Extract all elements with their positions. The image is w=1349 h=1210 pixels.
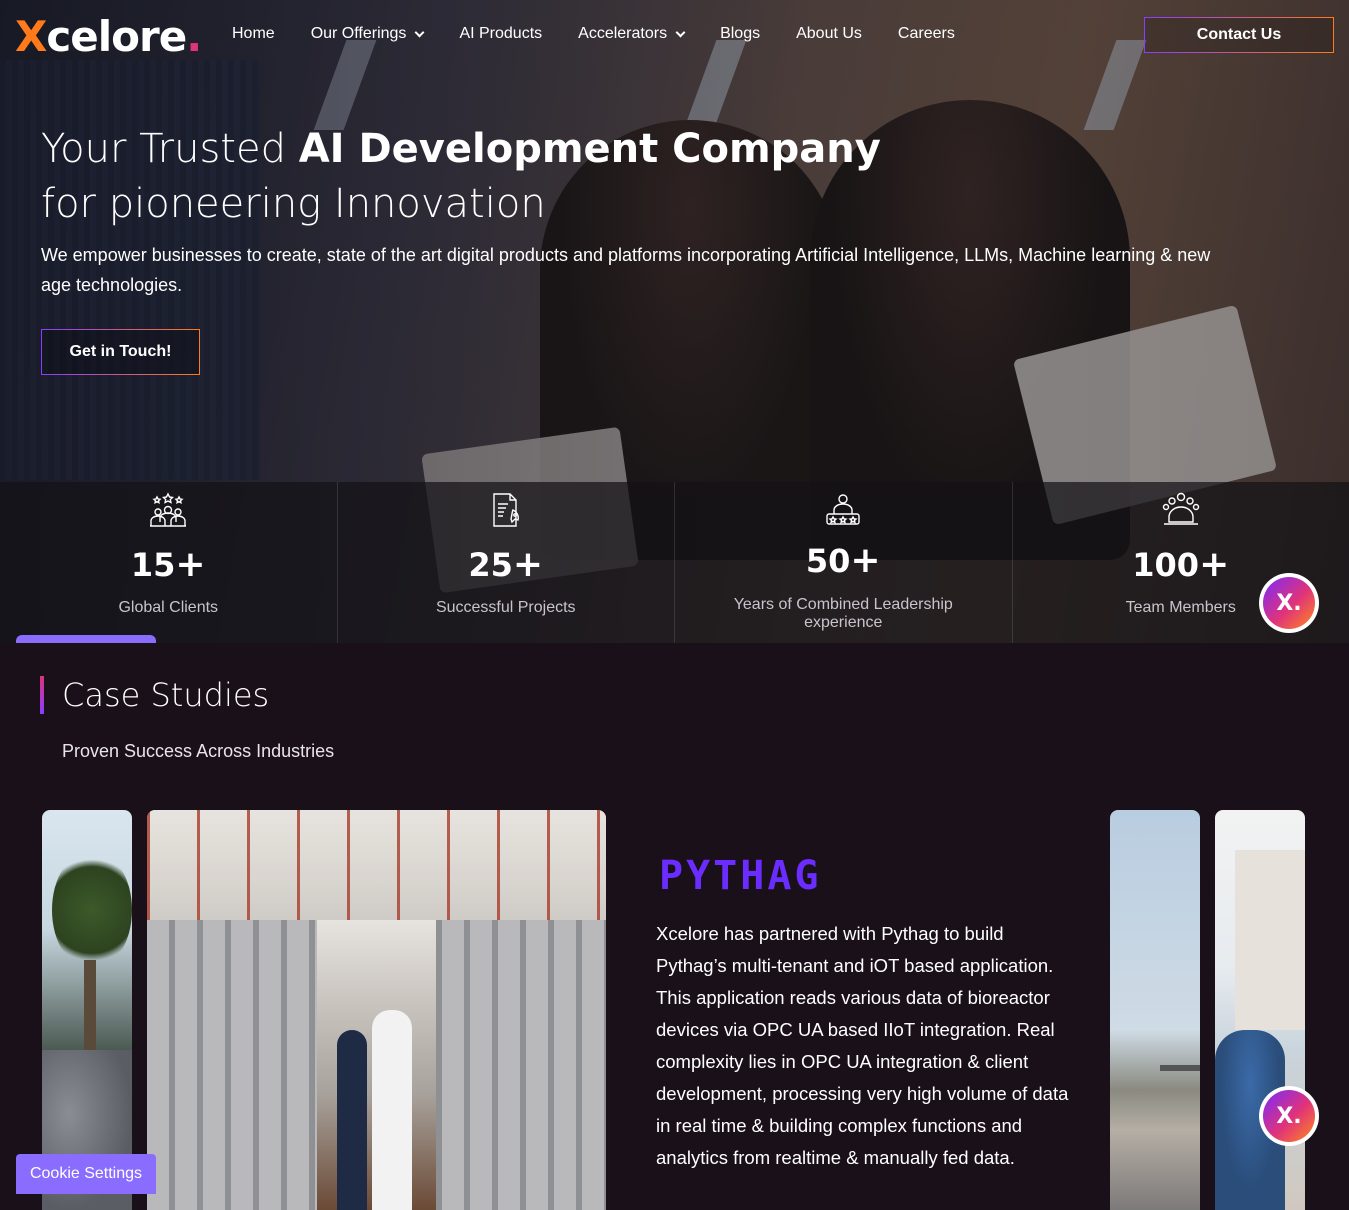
logo-dot: . xyxy=(186,12,202,61)
case-study-slide-next[interactable] xyxy=(1110,810,1200,1210)
xcelore-badge-icon: X. xyxy=(1263,1090,1315,1142)
xcelore-chat-badge[interactable]: X. xyxy=(1259,1086,1319,1146)
hero-title-line2: for pioneering Innovation xyxy=(41,181,546,227)
stat-plus: + xyxy=(1199,544,1230,585)
nav-item-ai-products[interactable]: AI Products xyxy=(459,25,542,43)
nav-item-label: About Us xyxy=(796,25,862,42)
stat-value: 15 xyxy=(130,546,176,584)
xcelore-chat-badge[interactable]: X. xyxy=(1259,573,1319,633)
hero-title-regular: Your Trusted xyxy=(41,126,299,172)
stat-plus: + xyxy=(175,544,206,585)
nav-item-label: Accelerators xyxy=(578,25,668,42)
nav-item-label: AI Products xyxy=(459,25,543,42)
nav-item-careers[interactable]: Careers xyxy=(898,25,955,43)
stat-label: Global Clients xyxy=(118,599,219,616)
building-image xyxy=(1235,850,1305,1030)
projects-icon xyxy=(493,493,519,527)
stat-number: 25+ xyxy=(338,544,675,585)
case-study-active-image[interactable] xyxy=(147,810,606,1210)
cookie-settings-button[interactable]: Cookie Settings xyxy=(16,1154,156,1194)
case-study-description: Xcelore has partnered with Pythag to bui… xyxy=(656,923,1069,1168)
case-study-slide-prev[interactable] xyxy=(42,810,132,1210)
team-icon xyxy=(1162,492,1199,525)
nav-item-label: Careers xyxy=(897,25,955,42)
hero-title: Your Trusted AI Development Company for p… xyxy=(41,122,941,232)
nav-item-label: Our Offerings xyxy=(310,25,407,42)
section-accent-bar xyxy=(40,676,44,714)
chevron-down-icon xyxy=(675,27,686,37)
stat-leadership-experience: 50+ Years of Combined Leadership experie… xyxy=(675,482,1013,643)
nav-item-label: Home xyxy=(232,25,275,42)
hero-subtitle: We empower businesses to create, state o… xyxy=(41,245,1211,295)
stat-label: Years of Combined Leadership experience xyxy=(733,596,953,631)
contact-us-button[interactable]: Contact Us xyxy=(1144,17,1334,53)
stat-value: 25 xyxy=(468,546,513,584)
nav-item-label: Blogs xyxy=(720,25,761,42)
stats-bar: 15+ Global Clients 25+ Successful Projec… xyxy=(0,482,1349,643)
case-study-slide-next[interactable] xyxy=(1215,810,1305,1210)
hero-title-bold: AI Development Company xyxy=(298,126,881,172)
active-tab-indicator xyxy=(16,635,156,643)
bioreactor-tanks-image xyxy=(147,920,317,1210)
bioreactor-tanks-image xyxy=(436,920,606,1210)
airplane-image xyxy=(1160,1065,1200,1071)
nav-menu: Home Our Offerings AI Products Accelerat… xyxy=(232,25,991,43)
nav-item-blogs[interactable]: Blogs xyxy=(720,25,760,43)
case-studies-title: Case Studies xyxy=(62,676,270,714)
nav-item-home[interactable]: Home xyxy=(232,25,275,43)
xcelore-logo[interactable]: Xcelore. xyxy=(15,12,202,61)
logo-text: celore xyxy=(46,12,187,61)
worker-image xyxy=(372,1010,412,1210)
nav-item-our-offerings[interactable]: Our Offerings xyxy=(310,25,425,43)
xcelore-badge-icon: X. xyxy=(1263,577,1315,629)
case-studies-subtitle: Proven Success Across Industries xyxy=(62,741,335,761)
stat-label: Successful Projects xyxy=(435,599,576,616)
stat-successful-projects: 25+ Successful Projects xyxy=(338,482,675,643)
stat-value: 100 xyxy=(1132,546,1200,584)
nav-item-about-us[interactable]: About Us xyxy=(796,25,862,43)
nav-item-accelerators[interactable]: Accelerators xyxy=(578,25,686,43)
stat-plus: + xyxy=(850,540,881,581)
palm-tree-image xyxy=(52,850,132,970)
stat-number: 50+ xyxy=(675,540,1012,581)
stat-number: 15+ xyxy=(0,544,337,585)
top-navigation: Xcelore. Home Our Offerings AI Products … xyxy=(0,0,1349,72)
leadership-icon xyxy=(826,494,860,525)
pythag-logo: PYTHAG xyxy=(659,853,822,899)
worker-image xyxy=(337,1030,367,1210)
chevron-down-icon xyxy=(414,27,425,37)
get-in-touch-button[interactable]: Get in Touch! xyxy=(41,329,200,375)
factory-roof-image xyxy=(147,810,606,920)
stat-global-clients: 15+ Global Clients xyxy=(0,482,338,643)
logo-x: X xyxy=(15,12,47,61)
stat-value: 50 xyxy=(805,542,851,580)
stat-plus: + xyxy=(512,544,544,585)
clients-icon xyxy=(150,492,187,527)
